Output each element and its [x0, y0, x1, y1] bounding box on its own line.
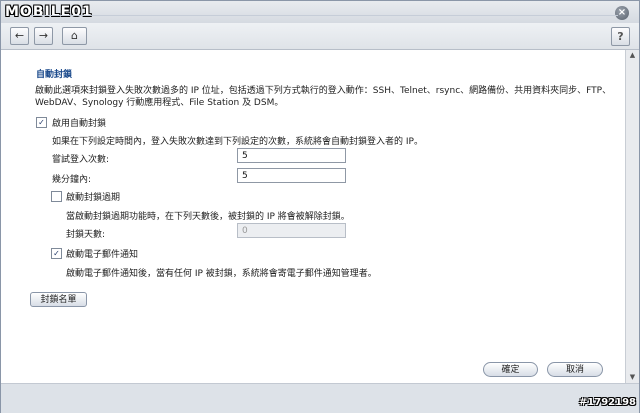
auto-block-group [30, 15, 618, 238]
block-list-button[interactable]: 封鎖名單 [30, 292, 87, 307]
block-days-input[interactable]: 0 [237, 223, 346, 238]
attempts-label: 嘗試登入次數: [52, 155, 110, 165]
ok-button[interactable]: 確定 [483, 362, 538, 377]
footer-bar [1, 383, 639, 413]
section-description: 啟動此選項來封鎖登入失敗次數過多的 IP 位址，包括透過下列方式執行的登入動作：… [35, 86, 612, 108]
section-title: 自動封鎖 [36, 70, 73, 80]
back-arrow-icon[interactable]: ← [10, 27, 29, 45]
expiry-note: 當啟動封鎖過期功能時，在下列天數後，被封鎖的 IP 將會被解除封鎖。 [66, 212, 350, 222]
email-note: 啟動電子郵件通知後，當有任何 IP 被封鎖，系統將會寄電子郵件通知管理者。 [66, 269, 377, 279]
enable-email-label: 啟動電子郵件通知 [66, 250, 139, 260]
enable-auto-block-checkbox[interactable]: ✓ [36, 117, 47, 128]
scrollbar[interactable]: ▲ ▼ [626, 50, 639, 383]
enable-expiry-label: 啟動封鎖過期 [66, 193, 121, 203]
watermark-id: #1792198 [578, 397, 636, 408]
settings-window: MOBILE01 × ← → ⌂ ? ▲ ▼ 自動封鎖 啟動此選項來封鎖登入失敗… [0, 0, 640, 413]
cancel-button[interactable]: 取消 [547, 362, 603, 377]
scroll-up-icon[interactable]: ▲ [627, 50, 638, 61]
enable-email-checkbox[interactable]: ✓ [51, 248, 62, 259]
minutes-label: 幾分鐘內: [52, 175, 92, 185]
enable-auto-block-label: 啟用自動封鎖 [52, 119, 107, 129]
minutes-input[interactable]: 5 [237, 168, 346, 183]
auto-block-note: 如果在下列設定時間內，登入失敗次數達到下列設定的次數，系統將會自動封鎖登入者的 … [52, 137, 423, 147]
enable-expiry-checkbox[interactable] [51, 191, 62, 202]
attempts-input[interactable]: 5 [237, 148, 346, 163]
block-days-label: 封鎖天數: [66, 230, 106, 240]
scroll-down-icon[interactable]: ▼ [627, 372, 638, 383]
